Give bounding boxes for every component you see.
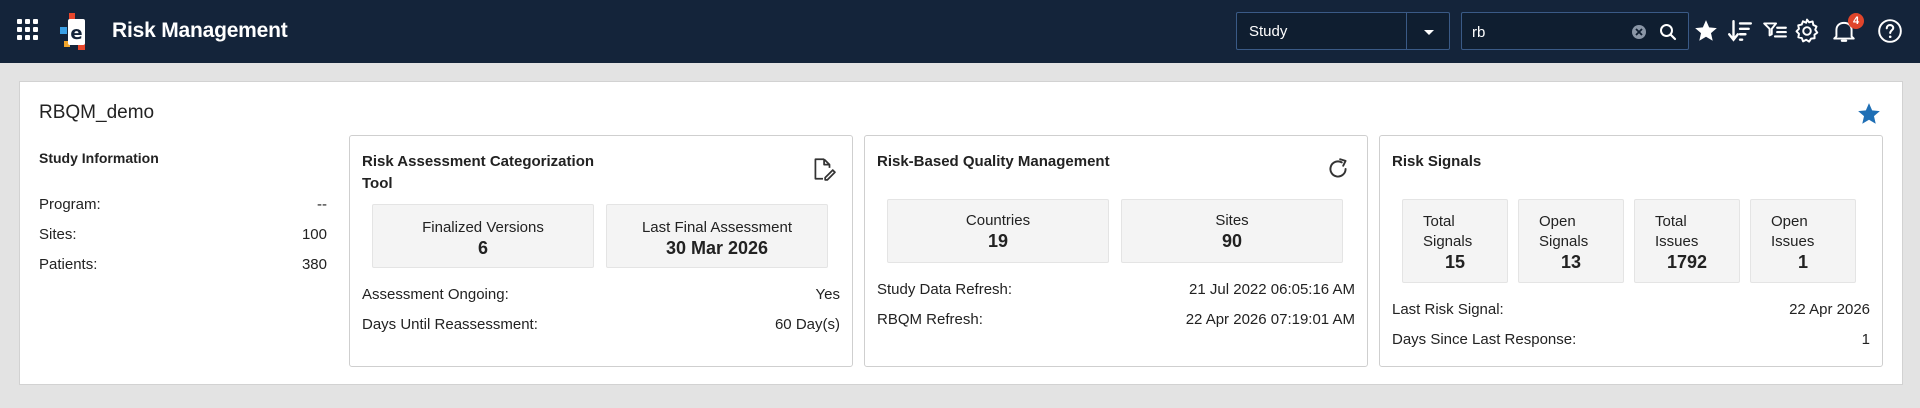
study-selector-value: Study	[1249, 23, 1288, 40]
info-value: 100	[301, 226, 327, 243]
refresh-icon[interactable]	[1325, 156, 1351, 182]
top-bar: e Risk Management Study 4	[0, 0, 1920, 63]
stat-label-line: Signals	[1539, 233, 1589, 250]
info-label: Patients:	[39, 256, 98, 273]
info-row-program: Program: --	[39, 196, 327, 226]
open-signals-stat: Open Signals 13	[1518, 199, 1624, 283]
row-value: 1	[1861, 331, 1870, 348]
app-logo-icon: e	[60, 13, 85, 50]
ract-card[interactable]: Risk Assessment Categorization Tool Fina…	[349, 135, 853, 367]
filter-list-icon[interactable]	[1762, 18, 1788, 44]
study-information-heading: Study Information	[39, 150, 159, 166]
stat-label-line: Total	[1655, 213, 1687, 230]
days-since-last-response-row: Days Since Last Response: 1	[1392, 331, 1870, 348]
row-label: Assessment Ongoing:	[362, 286, 509, 303]
row-label: RBQM Refresh:	[877, 311, 983, 328]
clear-search-icon[interactable]	[1631, 24, 1647, 40]
study-data-refresh-row: Study Data Refresh: 21 Jul 2022 06:05:16…	[877, 281, 1355, 298]
card-title-line: Risk Assessment Categorization	[362, 153, 595, 170]
rbqm-refresh-row: RBQM Refresh: 22 Apr 2026 07:19:01 AM	[877, 311, 1355, 328]
last-final-assessment-stat: Last Final Assessment 30 Mar 2026	[606, 204, 828, 268]
stat-label: Sites	[1215, 212, 1249, 229]
favorites-star-icon[interactable]	[1693, 18, 1719, 44]
info-value: 380	[301, 256, 327, 273]
search-box	[1461, 12, 1689, 50]
stat-label: Total Issues	[1655, 212, 1698, 252]
stat-label: Finalized Versions	[422, 219, 544, 236]
study-name-title: RBQM_demo	[39, 102, 155, 123]
row-label: Last Risk Signal:	[1392, 301, 1504, 318]
rbqm-card-title: Risk-Based Quality Management	[877, 153, 1110, 170]
total-signals-stat: Total Signals 15	[1402, 199, 1508, 283]
row-value: Yes	[815, 286, 840, 303]
sites-stat: Sites 90	[1121, 199, 1343, 263]
study-information-section: Study Information Program: -- Sites: 100…	[39, 150, 327, 286]
row-label: Days Until Reassessment:	[362, 316, 538, 333]
stat-value: 19	[987, 231, 1009, 251]
card-title-line: Tool	[362, 175, 393, 192]
row-label: Days Since Last Response:	[1392, 331, 1577, 348]
study-selector-dropdown[interactable]: Study	[1236, 12, 1450, 50]
settings-gear-icon[interactable]	[1794, 18, 1820, 44]
stat-label-line: Open	[1771, 213, 1808, 230]
days-until-reassessment-row: Days Until Reassessment: 60 Day(s)	[362, 316, 840, 333]
app-launcher-grid-icon[interactable]	[17, 19, 39, 41]
divider	[1406, 13, 1407, 49]
info-label: Program:	[39, 196, 101, 213]
countries-stat: Countries 19	[887, 199, 1109, 263]
row-value: 22 Apr 2026	[1789, 301, 1870, 318]
app-title: Risk Management	[112, 19, 288, 42]
finalized-versions-stat: Finalized Versions 6	[372, 204, 594, 268]
rbqm-card[interactable]: Risk-Based Quality Management Countries …	[864, 135, 1368, 367]
row-value: 22 Apr 2026 07:19:01 AM	[1185, 311, 1355, 328]
stat-label-line: Total	[1423, 213, 1455, 230]
stat-value: 1	[1797, 252, 1808, 272]
stat-label-line: Issues	[1655, 233, 1699, 250]
ract-card-title: Risk Assessment Categorization Tool	[362, 151, 594, 195]
stat-value: 15	[1444, 252, 1466, 272]
row-label: Study Data Refresh:	[877, 281, 1013, 298]
sort-icon[interactable]	[1727, 18, 1753, 44]
search-input[interactable]	[1472, 20, 1632, 44]
stat-label-line: Issues	[1771, 233, 1815, 250]
stat-label-line: Open	[1539, 213, 1576, 230]
stat-label: Open Signals	[1539, 212, 1588, 252]
help-icon[interactable]	[1877, 18, 1903, 44]
total-issues-stat: Total Issues 1792	[1634, 199, 1740, 283]
open-issues-stat: Open Issues 1	[1750, 199, 1856, 283]
notification-count-badge: 4	[1848, 13, 1864, 29]
study-overview-panel: RBQM_demo Study Information Program: -- …	[19, 81, 1903, 385]
caret-down-icon[interactable]	[1421, 24, 1437, 40]
row-value: 21 Jul 2022 06:05:16 AM	[1189, 281, 1355, 298]
stat-value: 13	[1560, 252, 1582, 272]
stat-value: 30 Mar 2026	[665, 238, 769, 258]
stat-label: Last Final Assessment	[641, 219, 793, 236]
stat-value: 90	[1221, 231, 1243, 251]
stat-label: Total Signals	[1423, 212, 1472, 252]
stat-label-line: Signals	[1423, 233, 1473, 250]
risk-signals-card[interactable]: Risk Signals Total Signals 15 Open Signals…	[1379, 135, 1883, 367]
info-value: --	[317, 196, 327, 213]
edit-document-icon[interactable]	[810, 156, 836, 182]
row-value: 60 Day(s)	[774, 316, 840, 333]
search-icon[interactable]	[1659, 23, 1677, 41]
assessment-ongoing-row: Assessment Ongoing: Yes	[362, 286, 840, 303]
svg-text:e: e	[70, 23, 82, 44]
study-favorite-star-icon[interactable]	[1856, 101, 1882, 127]
stat-label: Open Issues	[1771, 212, 1814, 252]
risk-signals-card-title: Risk Signals	[1392, 153, 1482, 170]
stat-value: 1792	[1666, 252, 1708, 272]
info-row-patients: Patients: 380	[39, 256, 327, 286]
last-risk-signal-row: Last Risk Signal: 22 Apr 2026	[1392, 301, 1870, 318]
info-row-sites: Sites: 100	[39, 226, 327, 256]
stat-value: 6	[477, 238, 488, 258]
info-label: Sites:	[39, 226, 77, 243]
stat-label: Countries	[965, 212, 1031, 229]
